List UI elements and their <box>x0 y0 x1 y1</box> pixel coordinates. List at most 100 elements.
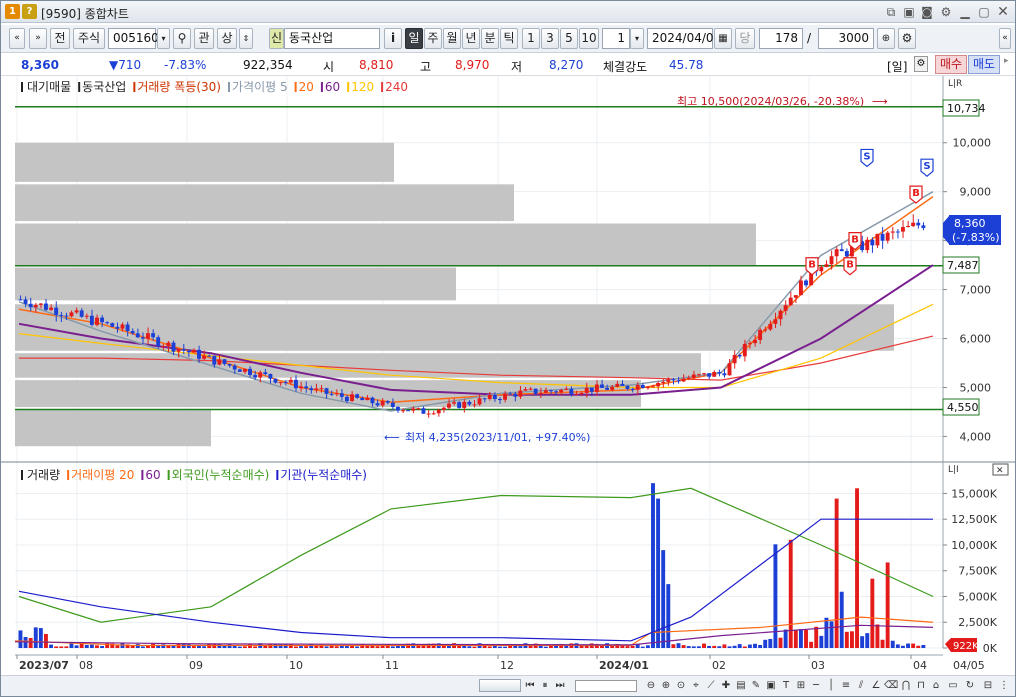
date-tick-label: 02 <box>712 659 726 672</box>
buy-order-button[interactable]: 매수 <box>935 55 967 74</box>
volume-bar <box>304 646 309 648</box>
help-badge[interactable]: ? <box>22 4 37 19</box>
expand-right-icon[interactable]: « <box>999 28 1011 49</box>
legend-item: 대기매물 <box>27 80 71 94</box>
candle-body <box>503 393 508 400</box>
today-button[interactable]: 당 <box>735 28 755 49</box>
layout-icon[interactable]: ⊟ <box>981 679 995 693</box>
strength-value: 45.78 <box>669 58 704 72</box>
credit-badge[interactable]: 신 <box>269 28 284 49</box>
text-icon[interactable]: T <box>779 679 793 693</box>
display-count-input[interactable]: 178 <box>759 28 803 49</box>
window-number-badge[interactable]: 1 <box>5 4 20 19</box>
interval-1[interactable]: 1 <box>522 28 540 49</box>
log-scale-toggle[interactable]: L|R <box>948 79 962 89</box>
channel-icon[interactable]: ⫽ <box>854 679 868 693</box>
volume-bar <box>880 639 885 648</box>
close-icon[interactable]: ✕ <box>996 466 1004 476</box>
collapse-left-icon[interactable]: « <box>9 28 25 49</box>
tab-all[interactable]: 전 <box>50 28 70 49</box>
updown-spinner-icon[interactable]: ⇕ <box>239 28 253 49</box>
close-icon[interactable]: ✕ <box>995 4 1011 20</box>
gear-icon[interactable]: ⚙ <box>898 28 916 49</box>
expand-down-icon[interactable]: » <box>29 28 47 49</box>
candle-body <box>222 359 227 365</box>
calendar-icon[interactable]: ▦ <box>714 28 732 49</box>
zoom-slider[interactable] <box>575 680 637 692</box>
sell-order-button[interactable]: 매도 <box>968 55 1000 74</box>
maximize-icon[interactable]: ▢ <box>976 4 992 20</box>
panel-toggle-icon[interactable]: ▸ <box>1004 56 1009 66</box>
date-tick-label: 10 <box>289 659 303 672</box>
candle-body <box>457 402 462 408</box>
open-label: 시 <box>323 60 335 74</box>
first-page-icon[interactable]: ⏮ <box>523 679 537 693</box>
high-label: 고 <box>420 60 432 74</box>
stock-name-field[interactable]: 동국산업 <box>284 28 380 49</box>
code-dropdown-icon[interactable]: ▾ <box>157 28 170 49</box>
interval-5[interactable]: 5 <box>560 28 578 49</box>
volume-bar <box>89 644 94 648</box>
crosshair-icon[interactable]: ✚ <box>719 679 733 693</box>
period-tab-month[interactable]: 월 <box>443 28 461 49</box>
magnet-icon[interactable]: ⋂ <box>899 679 913 693</box>
stock-code-input[interactable]: 005160 <box>108 28 159 49</box>
period-tab-day[interactable]: 일 <box>405 28 423 49</box>
angle-icon[interactable]: ∠ <box>869 679 883 693</box>
period-tab-minute[interactable]: 분 <box>481 28 499 49</box>
reset-view-icon[interactable]: ⊙ <box>674 679 688 693</box>
trendline-icon[interactable]: ⟋ <box>704 679 718 693</box>
save-icon[interactable]: ▣ <box>901 4 917 20</box>
search-icon[interactable]: ⚲ <box>173 28 191 49</box>
more-icon[interactable]: ⋮ <box>997 679 1011 693</box>
asset-kind-button[interactable]: 주식 <box>73 28 105 49</box>
candle-body <box>324 388 329 394</box>
legend-item: 가격이평 5 <box>232 80 288 94</box>
zoom-in-icon[interactable]: ⊕ <box>659 679 673 693</box>
home-icon[interactable]: ⌂ <box>929 679 943 693</box>
box-icon[interactable]: ▣ <box>764 679 778 693</box>
watchlist-button[interactable]: 관 <box>194 28 214 49</box>
ruler-icon[interactable]: ▤ <box>734 679 748 693</box>
candle-body <box>100 317 105 323</box>
zoom-out-icon[interactable]: ⊖ <box>644 679 658 693</box>
interval-input[interactable]: 1 <box>602 28 630 49</box>
info-button[interactable]: i <box>384 28 402 49</box>
volume-scale-toggle[interactable]: L|I <box>948 465 959 475</box>
pause-icon[interactable]: ⏸ <box>538 679 552 693</box>
lock-icon[interactable]: ⊓ <box>914 679 928 693</box>
hline-icon[interactable]: ─ <box>809 679 823 693</box>
chart-scrollbar-thumb[interactable] <box>479 679 521 692</box>
last-date-label: 04/05 <box>953 659 985 672</box>
detail-button[interactable]: 상 <box>217 28 237 49</box>
period-tab-week[interactable]: 주 <box>424 28 442 49</box>
chart-settings-icon[interactable]: ⚙ <box>914 56 928 72</box>
candle-body <box>574 393 579 395</box>
candle-body <box>202 355 207 359</box>
price-chart[interactable]: SSBBBB 4,0005,0006,0007,0008,0009,00010,… <box>1 76 1015 674</box>
print-icon[interactable]: ▭ <box>946 679 960 693</box>
link-icon[interactable]: ⧉ <box>883 4 899 20</box>
vline-icon[interactable]: │ <box>824 679 838 693</box>
grid-icon[interactable]: ⊞ <box>794 679 808 693</box>
settings-icon[interactable]: ⚙ <box>938 4 954 20</box>
zoom-in-icon[interactable]: ⊕ <box>877 28 895 49</box>
fib-icon[interactable]: ≡ <box>839 679 853 693</box>
candle-body <box>696 374 701 376</box>
window-title: [9590] 종합차트 <box>41 7 129 21</box>
interval-10[interactable]: 10 <box>579 28 599 49</box>
delete-icon[interactable]: ⌫ <box>884 679 898 693</box>
camera-icon[interactable]: ◙ <box>919 4 935 20</box>
period-tab-tick[interactable]: 틱 <box>500 28 518 49</box>
candle-body <box>630 388 635 390</box>
period-tab-year[interactable]: 년 <box>462 28 480 49</box>
interval-dropdown-icon[interactable]: ▾ <box>630 28 644 49</box>
interval-3[interactable]: 3 <box>541 28 559 49</box>
draw-icon[interactable]: ✎ <box>749 679 763 693</box>
date-input[interactable]: 2024/04/06 <box>647 28 721 49</box>
minimize-icon[interactable]: ▁ <box>957 4 973 20</box>
refresh-icon[interactable]: ↻ <box>963 679 977 693</box>
step-forward-icon[interactable]: ⏭ <box>553 679 567 693</box>
cursor-icon[interactable]: ⌖ <box>689 679 703 693</box>
max-count-input[interactable]: 3000 <box>818 28 874 49</box>
